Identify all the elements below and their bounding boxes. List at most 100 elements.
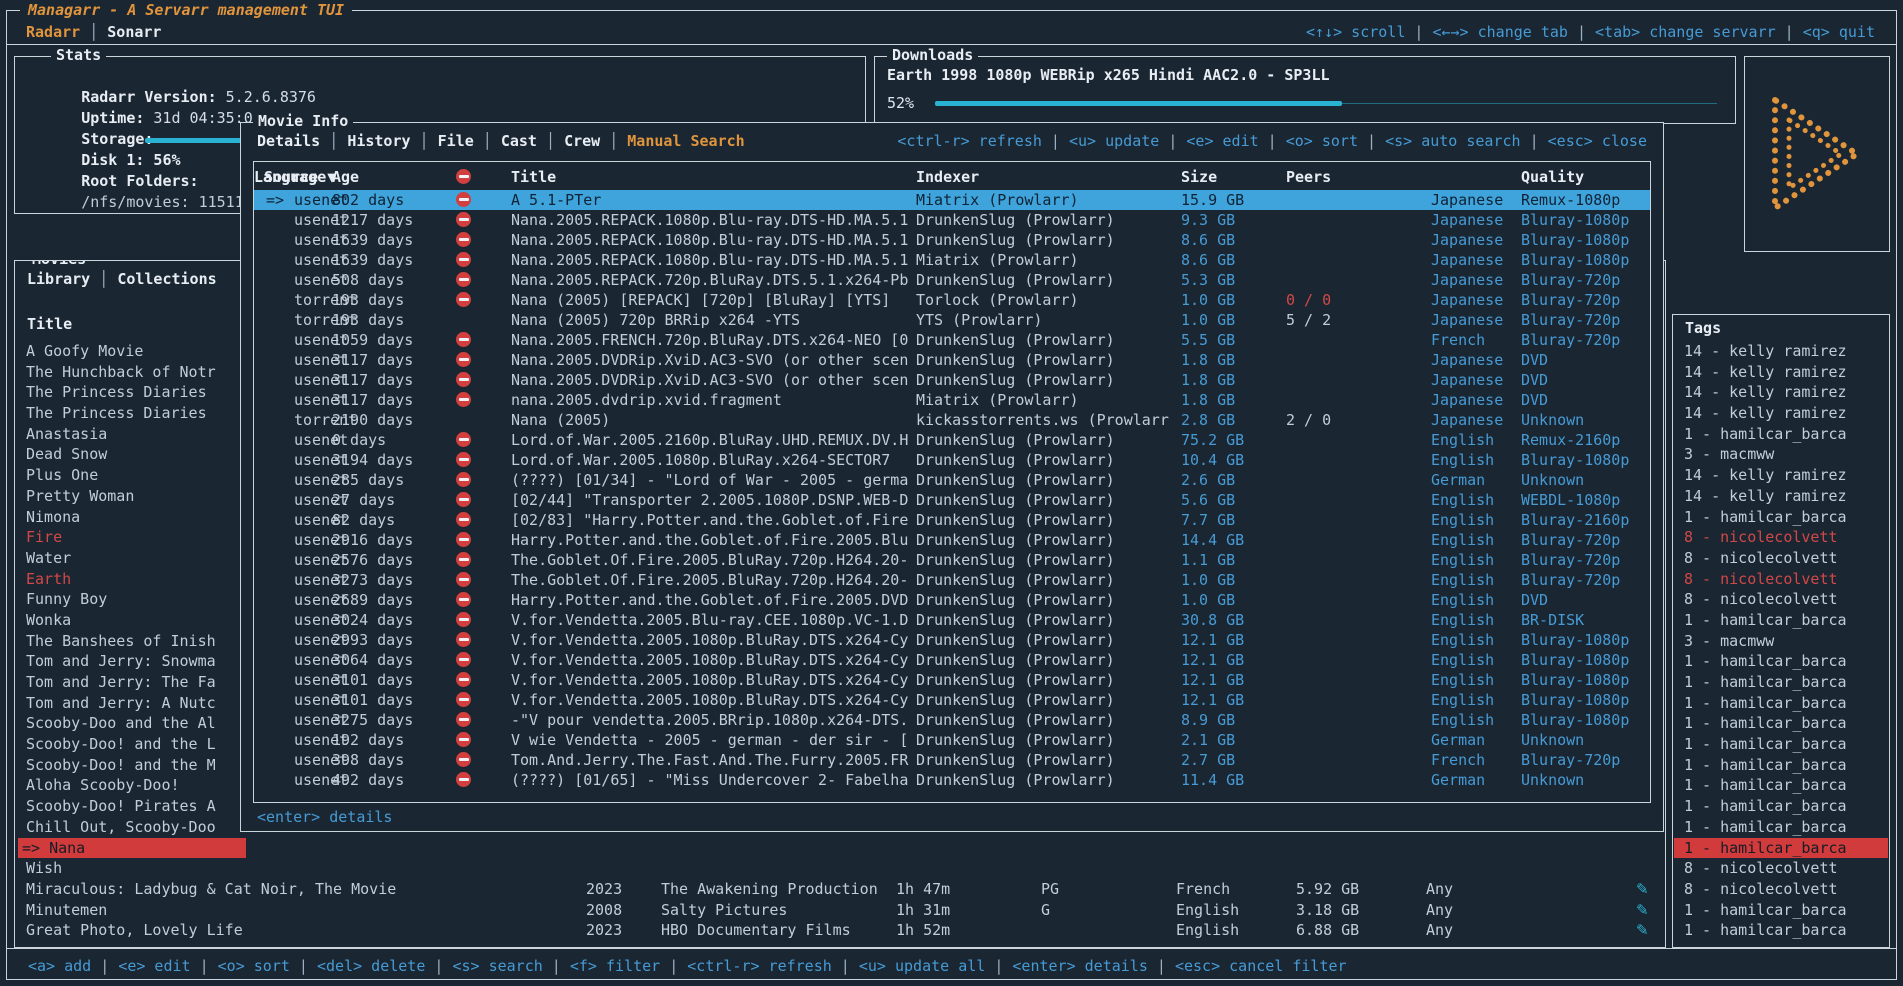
result-language: German <box>1431 770 1485 790</box>
tag-item[interactable]: 3 - macmww <box>1674 444 1888 465</box>
global-keybinds: <↑↓> scroll | <←→> change tab | <tab> ch… <box>1306 22 1875 42</box>
tag-item[interactable]: 14 - kelly ramirez <box>1674 362 1888 383</box>
tag-item[interactable]: 8 - nicolecolvett <box>1674 548 1888 569</box>
search-result-row[interactable]: usenet27 days[02/44] "Transporter 2.2005… <box>254 490 1650 510</box>
search-result-row[interactable]: usenet1059 daysNana.2005.FRENCH.720p.Blu… <box>254 330 1650 350</box>
movie-title: Wish <box>26 858 62 879</box>
tab-sonarr[interactable]: Sonarr <box>107 23 161 41</box>
search-result-row[interactable]: torrent193 daysNana (2005) 720p BRRip x2… <box>254 310 1650 330</box>
search-result-row[interactable]: usenet2689 daysHarry.Potter.and.the.Gobl… <box>254 590 1650 610</box>
tag-item[interactable]: 14 - kelly ramirez <box>1674 403 1888 424</box>
tab-details[interactable]: Details <box>257 132 320 150</box>
result-size: 1.8 GB <box>1181 350 1235 370</box>
search-result-row[interactable]: usenet3273 daysThe.Goblet.Of.Fire.2005.B… <box>254 570 1650 590</box>
movie-row[interactable]: => Nana <box>16 838 1664 859</box>
tag-item[interactable]: 1 - hamilcar_barca <box>1674 651 1888 672</box>
column-header-title[interactable]: Title <box>511 166 556 188</box>
search-result-row[interactable]: usenet285 days(????) [01/34] - "Lord of … <box>254 470 1650 490</box>
tag-item[interactable]: 1 - hamilcar_barca <box>1674 424 1888 445</box>
movie-row[interactable]: Great Photo, Lovely Life2023HBO Document… <box>16 920 1664 941</box>
tab-crew[interactable]: Crew <box>564 132 600 150</box>
tag-item[interactable]: 1 - hamilcar_barca <box>1674 920 1888 941</box>
no-entry-icon <box>456 612 471 627</box>
column-header-indexer[interactable]: Indexer <box>916 166 979 188</box>
search-result-row[interactable]: usenet3117 daysNana.2005.DVDRip.XviD.AC3… <box>254 370 1650 390</box>
tab-file[interactable]: File <box>438 132 474 150</box>
search-result-row[interactable]: usenet508 daysNana.2005.REPACK.720p.BluR… <box>254 270 1650 290</box>
search-result-row[interactable]: usenet1639 daysNana.2005.REPACK.1080p.Bl… <box>254 230 1650 250</box>
search-result-row[interactable]: usenet192 daysV wie Vendetta - 2005 - ge… <box>254 730 1650 750</box>
tag-item[interactable]: 1 - hamilcar_barca <box>1674 817 1888 838</box>
tag-item[interactable]: 8 - nicolecolvett <box>1674 879 1888 900</box>
tag-item[interactable]: 14 - kelly ramirez <box>1674 486 1888 507</box>
result-age: 398 days <box>332 750 404 770</box>
movie-row[interactable]: Miraculous: Ladybug & Cat Noir, The Movi… <box>16 879 1664 900</box>
search-result-row[interactable]: usenet3117 daysnana.2005.dvdrip.xvid.fra… <box>254 390 1650 410</box>
tag-item[interactable]: 1 - hamilcar_barca <box>1674 734 1888 755</box>
tag-item[interactable]: 1 - hamilcar_barca <box>1674 838 1888 859</box>
search-result-row[interactable]: usenet398 daysTom.And.Jerry.The.Fast.And… <box>254 750 1650 770</box>
tag-item[interactable]: 1 - hamilcar_barca <box>1674 672 1888 693</box>
tag-item[interactable]: 8 - nicolecolvett <box>1674 527 1888 548</box>
tag-item[interactable]: 14 - kelly ramirez <box>1674 465 1888 486</box>
tag-item[interactable]: 8 - nicolecolvett <box>1674 858 1888 879</box>
result-quality: Bluray-1080p <box>1521 650 1629 670</box>
keybind-separator: | <box>1358 132 1385 150</box>
search-result-row[interactable]: torrent2190 daysNana (2005)kickasstorren… <box>254 410 1650 430</box>
search-result-row[interactable]: usenet2993 daysV.for.Vendetta.2005.1080p… <box>254 630 1650 650</box>
tab-manual-search[interactable]: Manual Search <box>627 132 744 150</box>
tag-item[interactable]: 1 - hamilcar_barca <box>1674 755 1888 776</box>
tab-radarr[interactable]: Radarr <box>26 23 80 41</box>
tab-collections[interactable]: Collections <box>117 270 216 288</box>
search-result-row[interactable]: usenet2576 daysThe.Goblet.Of.Fire.2005.B… <box>254 550 1650 570</box>
result-size: 1.0 GB <box>1181 290 1235 310</box>
tag-item[interactable]: 3 - macmww <box>1674 631 1888 652</box>
tag-item[interactable]: 14 - kelly ramirez <box>1674 382 1888 403</box>
tag-item[interactable]: 1 - hamilcar_barca <box>1674 610 1888 631</box>
footer-keybinds: <a> add | <e> edit | <o> sort | <del> de… <box>28 956 1347 976</box>
result-title: Harry.Potter.and.the.Goblet.of.Fire.2005… <box>511 530 908 550</box>
search-result-row[interactable]: usenet492 days(????) [01/65] - "Miss Und… <box>254 770 1650 790</box>
result-language: English <box>1431 590 1494 610</box>
search-result-row[interactable]: usenet1639 daysNana.2005.REPACK.1080p.Bl… <box>254 250 1650 270</box>
search-result-row[interactable]: usenet3117 daysNana.2005.DVDRip.XviD.AC3… <box>254 350 1650 370</box>
tag-item[interactable]: 1 - hamilcar_barca <box>1674 900 1888 921</box>
tag-item[interactable]: 1 - hamilcar_barca <box>1674 693 1888 714</box>
search-result-row[interactable]: usenet82 days[02/83] "Harry.Potter.and.t… <box>254 510 1650 530</box>
column-header-peers[interactable]: Peers <box>1286 166 1331 188</box>
search-result-row[interactable]: =>usenet802 daysA 5.1-PTerMiatrix (Prowl… <box>254 190 1650 210</box>
search-result-row[interactable]: usenet3064 daysV.for.Vendetta.2005.1080p… <box>254 650 1650 670</box>
tag-item[interactable]: 8 - nicolecolvett <box>1674 569 1888 590</box>
movie-row[interactable]: Wish <box>16 858 1664 879</box>
no-entry-icon <box>456 652 471 667</box>
tag-item[interactable]: 1 - hamilcar_barca <box>1674 796 1888 817</box>
search-result-row[interactable]: usenet3275 days-"V pour vendetta.2005.BR… <box>254 710 1650 730</box>
search-result-row[interactable]: torrent193 daysNana (2005) [REPACK] [720… <box>254 290 1650 310</box>
tag-item[interactable]: 1 - hamilcar_barca <box>1674 775 1888 796</box>
search-result-row[interactable]: usenet0 daysLord.of.War.2005.2160p.BluRa… <box>254 430 1650 450</box>
result-age: 1217 days <box>332 210 413 230</box>
tab-library[interactable]: Library <box>27 270 90 288</box>
tab-history[interactable]: History <box>347 132 410 150</box>
movie-title: Scooby-Doo! Pirates A <box>26 796 216 817</box>
result-title: Nana (2005) 720p BRRip x264 -YTS <box>511 310 800 330</box>
search-result-row[interactable]: usenet3101 daysV.for.Vendetta.2005.1080p… <box>254 670 1650 690</box>
result-language: English <box>1431 510 1494 530</box>
column-header-language[interactable]: Language <box>254 166 326 188</box>
tag-item[interactable]: 1 - hamilcar_barca <box>1674 507 1888 528</box>
tab-cast[interactable]: Cast <box>501 132 537 150</box>
tag-item[interactable]: 1 - hamilcar_barca <box>1674 713 1888 734</box>
enter-details-keybind: <enter> details <box>257 808 392 826</box>
column-header-quality[interactable]: Quality <box>1521 166 1584 188</box>
search-result-row[interactable]: usenet2916 daysHarry.Potter.and.the.Gobl… <box>254 530 1650 550</box>
search-result-row[interactable]: usenet3024 daysV.for.Vendetta.2005.Blu-r… <box>254 610 1650 630</box>
column-header-age[interactable]: Age <box>332 166 359 188</box>
search-result-row[interactable]: usenet3101 daysV.for.Vendetta.2005.1080p… <box>254 690 1650 710</box>
result-title: Tom.And.Jerry.The.Fast.And.The.Furry.200… <box>511 750 908 770</box>
tag-item[interactable]: 8 - nicolecolvett <box>1674 589 1888 610</box>
search-result-row[interactable]: usenet1217 daysNana.2005.REPACK.1080p.Bl… <box>254 210 1650 230</box>
column-header-size[interactable]: Size <box>1181 166 1217 188</box>
tag-item[interactable]: 14 - kelly ramirez <box>1674 341 1888 362</box>
movie-row[interactable]: Minutemen2008Salty Pictures1h 31mGEnglis… <box>16 900 1664 921</box>
search-result-row[interactable]: usenet3194 daysLord.of.War.2005.1080p.Bl… <box>254 450 1650 470</box>
